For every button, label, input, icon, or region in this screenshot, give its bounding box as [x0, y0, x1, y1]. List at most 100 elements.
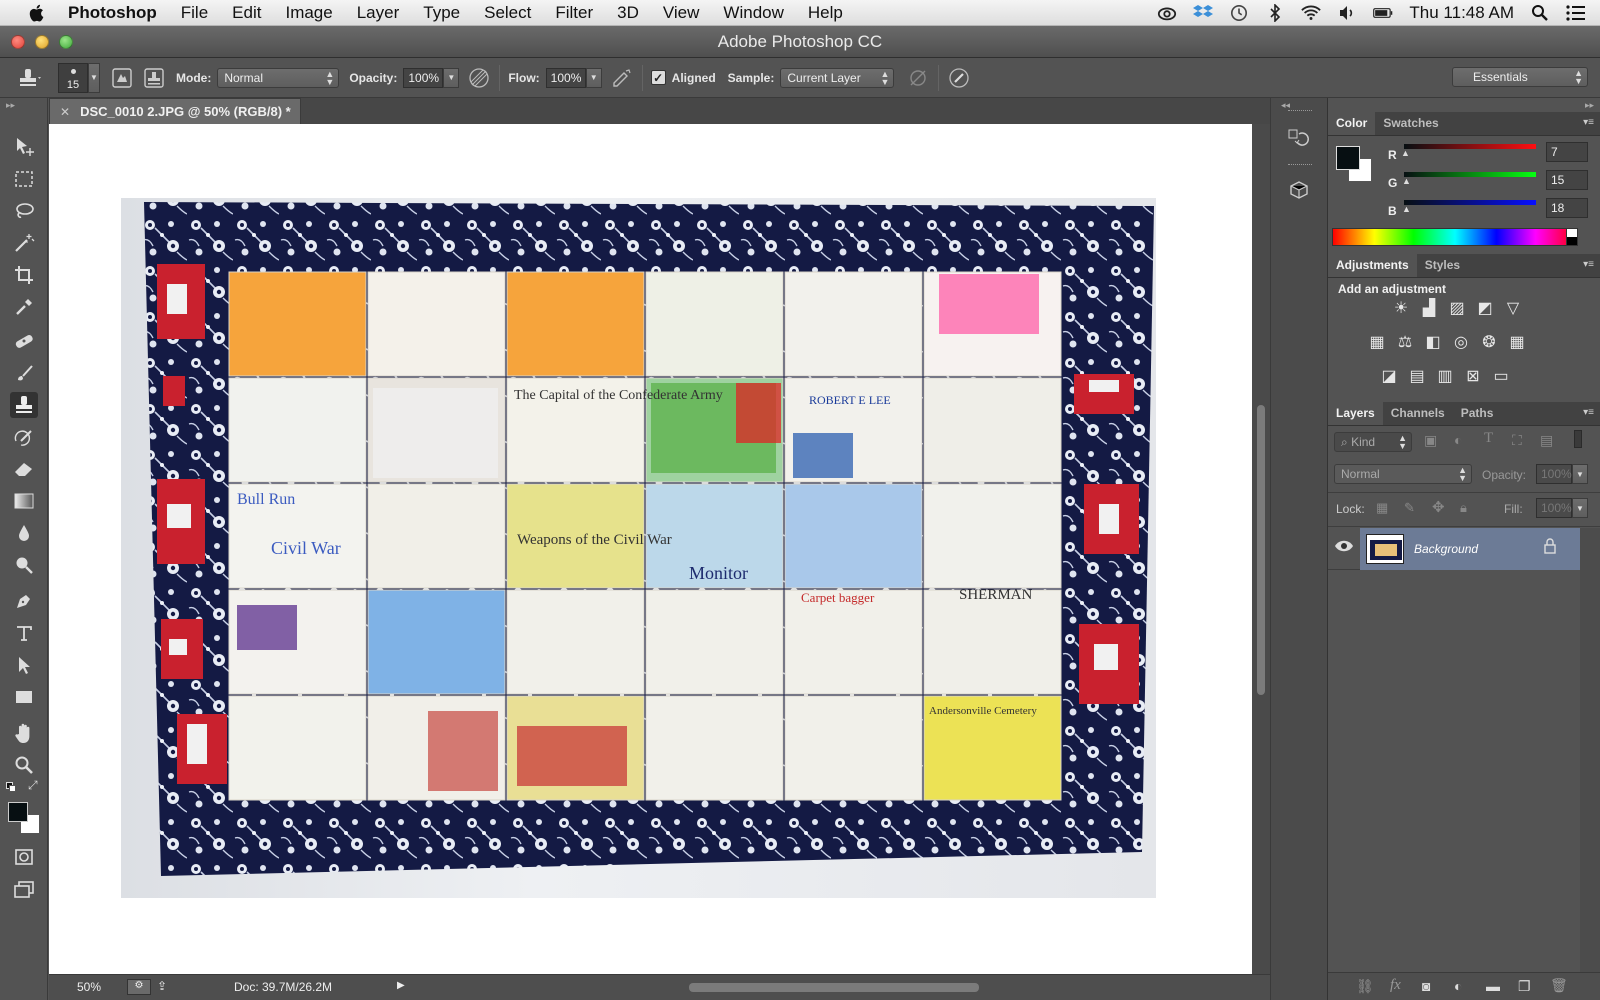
tab-styles[interactable]: Styles — [1417, 253, 1468, 277]
opacity-dropdown[interactable]: ▼ — [443, 67, 460, 88]
status-menu-arrow-icon[interactable]: ▶ — [397, 980, 405, 991]
panel-menu-icon[interactable]: ▾≡ — [1583, 117, 1594, 128]
selective-color-icon[interactable]: ⊠ — [1462, 366, 1484, 386]
slider-triangle-icon[interactable]: ▲ — [1402, 176, 1411, 186]
history-brush-tool-icon[interactable] — [10, 424, 38, 450]
clone-source-panel-icon[interactable] — [142, 66, 166, 90]
menu-edit[interactable]: Edit — [232, 3, 261, 23]
color-spectrum-bar[interactable] — [1332, 228, 1578, 246]
new-adjustment-layer-icon[interactable]: ◐ — [1454, 978, 1462, 994]
exposure-icon[interactable]: ◩ — [1474, 298, 1496, 318]
layer-visibility-eye-icon[interactable] — [1334, 538, 1356, 558]
3d-panel-icon[interactable] — [1287, 180, 1311, 202]
layer-style-fx-icon[interactable]: fx — [1390, 977, 1401, 994]
filter-pixel-icon[interactable]: ▣ — [1424, 432, 1437, 449]
doc-size[interactable]: Doc: 39.7M/26.2M — [234, 980, 332, 994]
lasso-tool-icon[interactable] — [10, 198, 38, 224]
brush-panel-toggle-icon[interactable] — [110, 66, 134, 90]
layer-filter-kind-select[interactable]: ⌕ Kind ▲ ▼ — [1334, 432, 1412, 452]
bluetooth-icon[interactable] — [1265, 4, 1285, 22]
filter-adjustment-icon[interactable]: ◐ — [1454, 432, 1462, 448]
time-machine-icon[interactable] — [1229, 4, 1249, 22]
swap-colors-icon[interactable]: ⤢ — [28, 778, 38, 793]
document-canvas[interactable]: The Capital of the Confederate Army ROBE… — [49, 124, 1252, 974]
tab-channels[interactable]: Channels — [1383, 401, 1453, 425]
screen-mode-icon[interactable] — [10, 876, 38, 902]
layer-opacity-dropdown[interactable]: ▼ — [1572, 464, 1588, 484]
curves-icon[interactable]: ▨ — [1446, 298, 1468, 318]
status-settings-icon[interactable]: ⚙ — [127, 979, 151, 995]
opacity-input[interactable]: 100% — [403, 67, 444, 88]
layer-blend-mode-select[interactable]: Normal ▲ ▼ — [1334, 464, 1472, 484]
tab-paths[interactable]: Paths — [1453, 401, 1502, 425]
black-white-icon[interactable]: ◧ — [1422, 332, 1444, 352]
menu-type[interactable]: Type — [423, 3, 460, 23]
threshold-icon[interactable]: ▥ — [1434, 366, 1456, 386]
eyedropper-tool-icon[interactable] — [10, 294, 38, 320]
r-slider[interactable] — [1404, 144, 1536, 149]
link-layers-icon[interactable]: ⛓ — [1356, 978, 1374, 995]
filter-smart-object-icon[interactable]: ▤ — [1540, 432, 1553, 449]
creative-cloud-icon[interactable] — [1157, 4, 1177, 22]
hand-tool-icon[interactable] — [10, 720, 38, 746]
airbrush-icon[interactable] — [610, 66, 634, 90]
menu-filter[interactable]: Filter — [555, 3, 593, 23]
aligned-checkbox[interactable]: ✓ — [650, 70, 666, 85]
menu-3d[interactable]: 3D — [617, 3, 639, 23]
posterize-icon[interactable]: ▤ — [1406, 366, 1428, 386]
type-tool-icon[interactable] — [10, 620, 38, 646]
tab-adjustments[interactable]: Adjustments — [1328, 253, 1417, 277]
vibrance-icon[interactable]: ▦ — [1366, 332, 1388, 352]
menu-file[interactable]: File — [181, 3, 208, 23]
levels-icon[interactable]: ▟ — [1418, 298, 1440, 318]
filter-type-icon[interactable]: T — [1484, 430, 1493, 447]
tab-swatches[interactable]: Swatches — [1375, 111, 1446, 135]
color-balance-icon[interactable]: ⚖ — [1394, 332, 1416, 352]
gradient-tool-icon[interactable] — [10, 488, 38, 514]
close-tab-icon[interactable]: ✕ — [60, 105, 70, 119]
tab-layers[interactable]: Layers — [1328, 401, 1383, 425]
magic-wand-tool-icon[interactable] — [10, 230, 38, 256]
b-input[interactable]: 18 — [1546, 198, 1588, 218]
lock-all-icon[interactable]: 🔒︎ — [1460, 500, 1467, 516]
clock-text[interactable]: Thu 11:48 AM — [1409, 3, 1514, 23]
quick-mask-icon[interactable] — [10, 844, 38, 870]
channel-mixer-icon[interactable]: ❂ — [1478, 332, 1500, 352]
brush-tool-icon[interactable] — [10, 360, 38, 386]
new-layer-icon[interactable]: ❐ — [1518, 978, 1531, 995]
invert-icon[interactable]: ◪ — [1378, 366, 1400, 386]
delete-layer-icon[interactable]: 🗑︎ — [1550, 977, 1568, 994]
layer-name[interactable]: Background — [1414, 542, 1478, 556]
pen-tool-icon[interactable] — [10, 588, 38, 614]
photo-filter-icon[interactable]: ◎ — [1450, 332, 1472, 352]
menu-layer[interactable]: Layer — [357, 3, 400, 23]
path-selection-tool-icon[interactable] — [10, 652, 38, 678]
menu-select[interactable]: Select — [484, 3, 531, 23]
menu-help[interactable]: Help — [808, 3, 843, 23]
lock-image-icon[interactable]: ✎ — [1404, 500, 1415, 516]
workspace-select[interactable]: Essentials ▲ ▼ — [1452, 67, 1588, 87]
default-colors-icon[interactable] — [6, 782, 16, 792]
mode-select[interactable]: Normal ▲ ▼ — [217, 67, 340, 88]
dodge-tool-icon[interactable] — [10, 552, 38, 578]
brightness-contrast-icon[interactable]: ☀ — [1390, 298, 1412, 318]
collapse-panel-icon[interactable]: ▸▸ — [6, 100, 15, 111]
ignore-adjustment-layers-icon[interactable] — [906, 66, 930, 90]
menu-image[interactable]: Image — [285, 3, 332, 23]
vertical-scrollbar-thumb[interactable] — [1257, 405, 1265, 695]
crop-tool-icon[interactable] — [10, 262, 38, 288]
horizontal-scrollbar-thumb[interactable] — [689, 983, 979, 992]
flow-input[interactable]: 100% — [545, 67, 586, 88]
clone-stamp-preset-icon[interactable] — [10, 66, 50, 90]
apple-icon[interactable] — [24, 3, 50, 23]
collapse-right-panels-icon[interactable]: ▸▸ — [1585, 100, 1594, 111]
filter-toggle[interactable] — [1574, 430, 1582, 448]
slider-triangle-icon[interactable]: ▲ — [1402, 204, 1411, 214]
gradient-triangle-icon[interactable]: ▽ — [1502, 298, 1524, 318]
volume-icon[interactable] — [1337, 4, 1357, 22]
dropbox-icon[interactable] — [1193, 4, 1214, 22]
flow-dropdown[interactable]: ▼ — [585, 67, 602, 88]
panel-menu-icon[interactable]: ▾≡ — [1583, 259, 1594, 270]
lock-position-icon[interactable]: ✥ — [1432, 498, 1445, 516]
blur-tool-icon[interactable] — [10, 520, 38, 546]
